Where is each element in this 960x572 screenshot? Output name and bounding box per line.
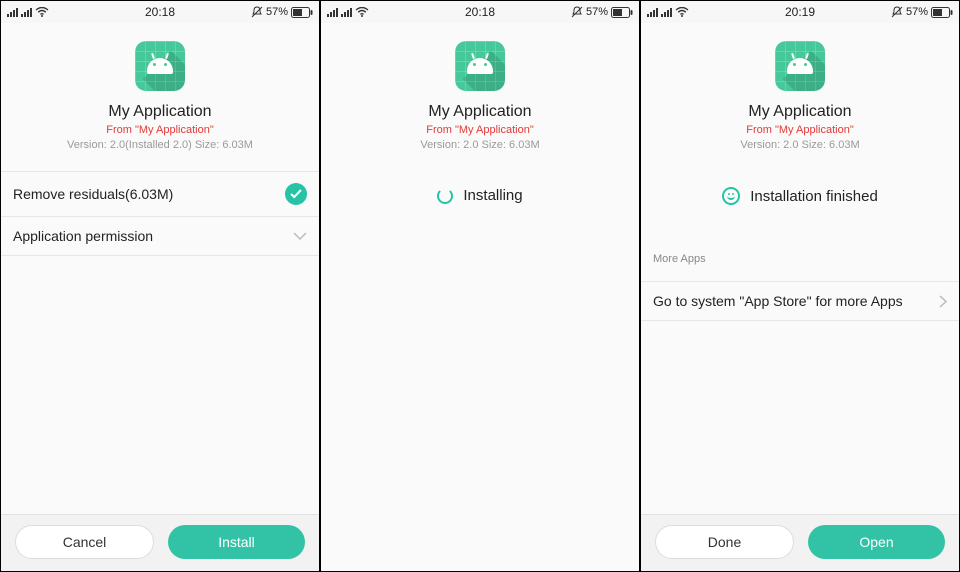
row-label: Go to system "App Store" for more Apps: [653, 293, 903, 309]
wifi-icon: [675, 7, 689, 17]
dnd-icon: [891, 6, 903, 18]
chevron-down-icon: [293, 232, 307, 241]
status-text: Installation finished: [750, 188, 878, 205]
smile-icon: [722, 187, 740, 205]
install-button[interactable]: Install: [168, 525, 305, 559]
more-apps-row[interactable]: Go to system "App Store" for more Apps: [641, 281, 959, 321]
screen-install-prompt: 20:18 57% My Application From "My Applic…: [0, 0, 320, 572]
app-meta: Version: 2.0 Size: 6.03M: [740, 139, 859, 151]
spinner-icon: [437, 188, 453, 204]
status-bar: 20:19 57%: [641, 1, 959, 23]
app-name: My Application: [748, 103, 851, 121]
app-name: My Application: [428, 103, 531, 121]
app-name: My Application: [108, 103, 211, 121]
chevron-right-icon: [939, 295, 947, 308]
app-source: From "My Application": [426, 124, 533, 136]
battery-pct: 57%: [586, 6, 608, 18]
install-status: Installing: [321, 161, 639, 230]
signal-icon: [7, 7, 18, 17]
battery-icon: [931, 7, 953, 18]
install-status: Installation finished: [641, 161, 959, 231]
wifi-icon: [35, 7, 49, 17]
screen-finished: 20:19 57% My Application From "My Applic…: [640, 0, 960, 572]
app-icon: [455, 41, 505, 91]
app-meta: Version: 2.0 Size: 6.03M: [420, 139, 539, 151]
app-source: From "My Application": [746, 124, 853, 136]
app-header: My Application From "My Application" Ver…: [641, 23, 959, 161]
app-icon: [775, 41, 825, 91]
dnd-icon: [251, 6, 263, 18]
app-header: My Application From "My Application" Ver…: [1, 23, 319, 161]
footer-bar: Done Open: [641, 514, 959, 571]
dnd-icon: [571, 6, 583, 18]
app-permission-row[interactable]: Application permission: [1, 217, 319, 256]
wifi-icon: [355, 7, 369, 17]
signal-icon: [327, 7, 338, 17]
remove-residuals-row[interactable]: Remove residuals(6.03M): [1, 171, 319, 217]
signal-icon: [341, 7, 352, 17]
status-bar: 20:18 57%: [1, 1, 319, 23]
row-label: Application permission: [13, 228, 153, 244]
app-meta: Version: 2.0(Installed 2.0) Size: 6.03M: [67, 139, 253, 151]
app-icon: [135, 41, 185, 91]
battery-pct: 57%: [266, 6, 288, 18]
battery-icon: [611, 7, 633, 18]
app-source: From "My Application": [106, 124, 213, 136]
open-button[interactable]: Open: [808, 525, 945, 559]
footer-bar: Cancel Install: [1, 514, 319, 571]
check-icon[interactable]: [285, 183, 307, 205]
app-header: My Application From "My Application" Ver…: [321, 23, 639, 161]
signal-icon: [661, 7, 672, 17]
status-bar: 20:18 57%: [321, 1, 639, 23]
battery-icon: [291, 7, 313, 18]
cancel-button[interactable]: Cancel: [15, 525, 154, 559]
row-label: Remove residuals(6.03M): [13, 186, 173, 202]
done-button[interactable]: Done: [655, 525, 794, 559]
battery-pct: 57%: [906, 6, 928, 18]
signal-icon: [21, 7, 32, 17]
signal-icon: [647, 7, 658, 17]
screen-installing: 20:18 57% My Application From "My Applic…: [320, 0, 640, 572]
status-text: Installing: [463, 187, 522, 204]
more-apps-label: More Apps: [641, 253, 959, 271]
